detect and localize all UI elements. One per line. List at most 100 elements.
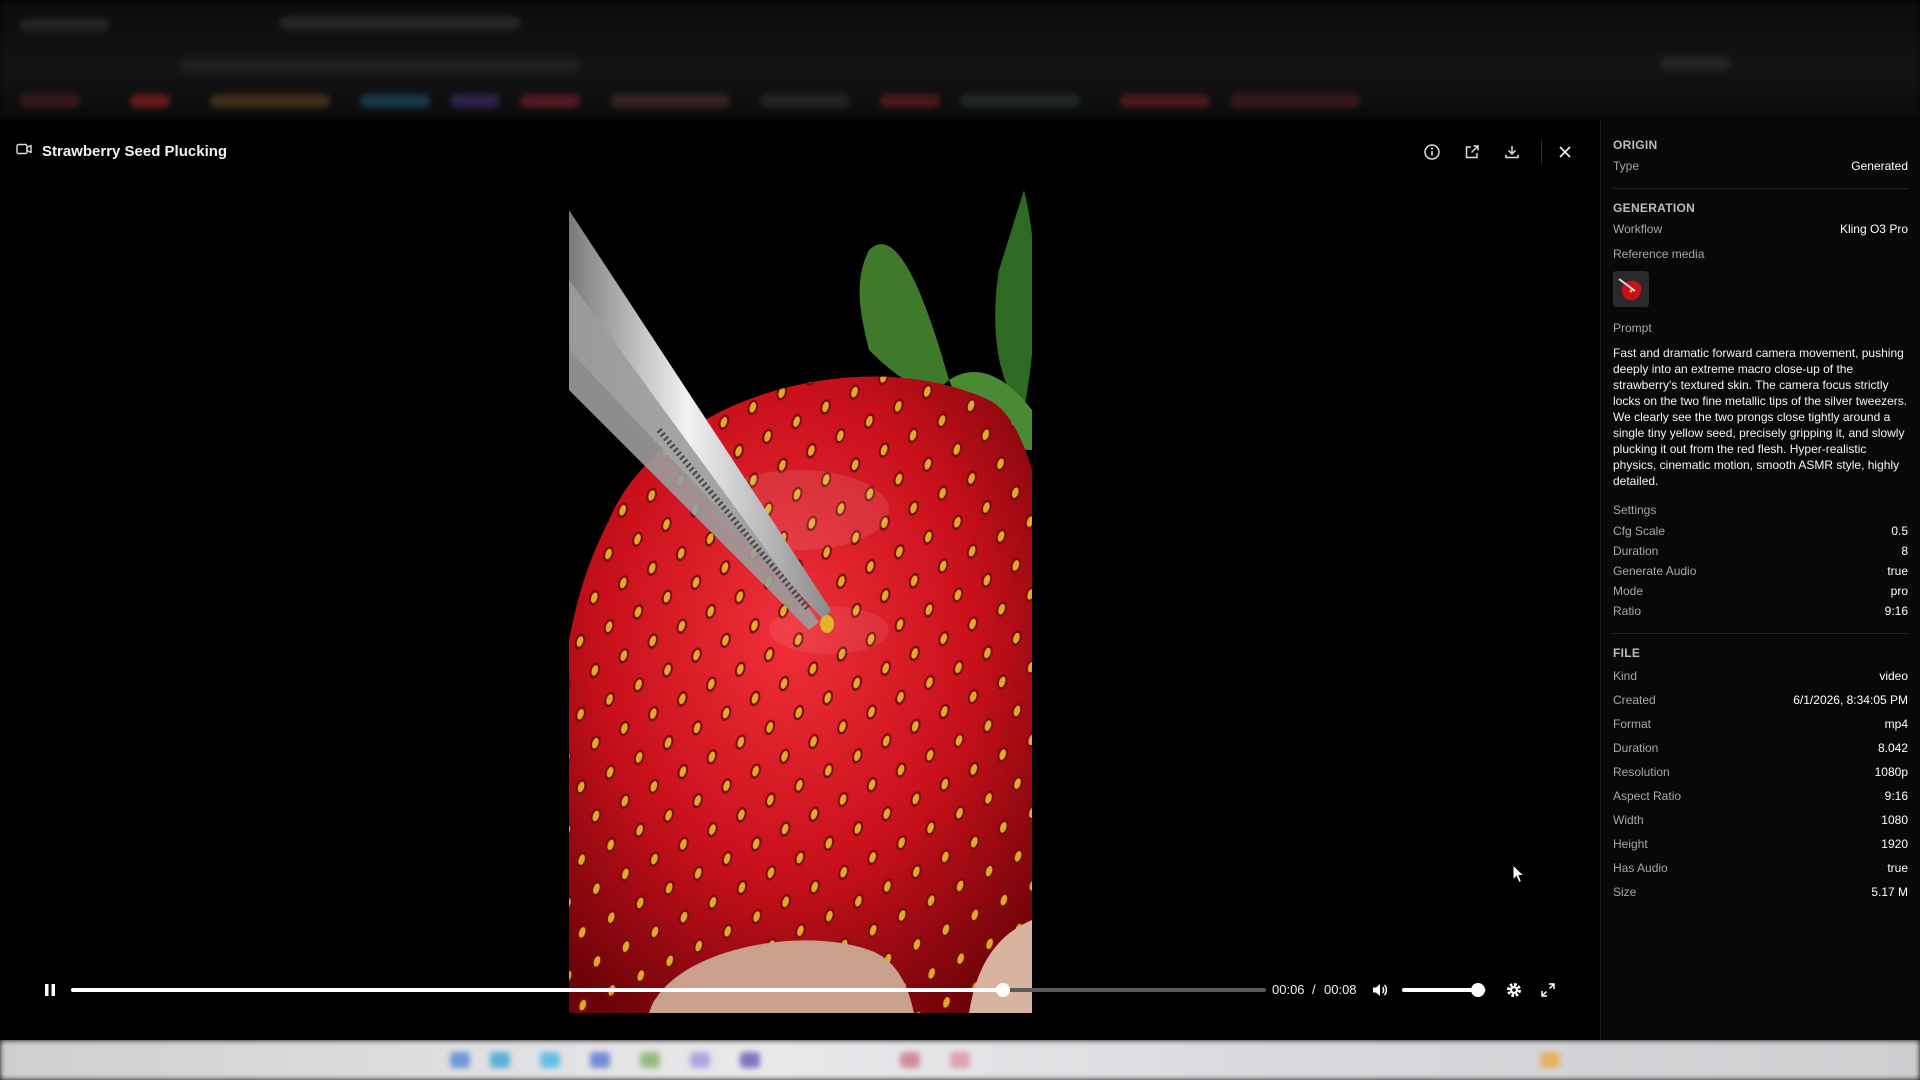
metadata-value: 9:16 <box>1884 789 1908 803</box>
background-taskbar <box>0 1040 1920 1080</box>
metadata-row: Type Generated <box>1613 156 1908 176</box>
metadata-row: Generate Audio true <box>1613 561 1908 581</box>
time-separator: / <box>1312 982 1316 997</box>
metadata-row: Aspect Ratio 9:16 <box>1613 784 1908 808</box>
volume-button[interactable] <box>1368 978 1392 1002</box>
media-viewer-modal: Strawberry Seed Plucking 00:06 / 00:08 O… <box>0 120 1920 1040</box>
metadata-key: Width <box>1613 813 1644 827</box>
metadata-key: Generate Audio <box>1613 564 1697 578</box>
reference-media-label: Reference media <box>1613 247 1705 261</box>
seek-bar[interactable] <box>71 983 1266 997</box>
workflow-row: Workflow Kling O3 Pro <box>1613 219 1908 239</box>
video-camera-icon <box>16 142 32 160</box>
metadata-key: Ratio <box>1613 604 1642 618</box>
volume-level <box>1402 988 1478 992</box>
video-controls: 00:06 / 00:08 <box>30 972 1570 1008</box>
prompt-text: Fast and dramatic forward camera movemen… <box>1613 346 1908 488</box>
metadata-key: Type <box>1613 159 1640 173</box>
metadata-value: 5.17 M <box>1871 885 1908 899</box>
metadata-row: Mode pro <box>1613 581 1908 601</box>
metadata-row: Height 1920 <box>1613 832 1908 856</box>
open-external-button[interactable] <box>1458 138 1486 166</box>
fullscreen-button[interactable] <box>1536 978 1560 1002</box>
download-icon <box>1505 146 1519 159</box>
metadata-key: Resolution <box>1613 765 1670 779</box>
metadata-row: Size 5.17 M <box>1613 880 1908 904</box>
viewer-header: Strawberry Seed Plucking <box>0 120 1600 182</box>
reference-media-image <box>1613 271 1649 307</box>
video-still <box>569 190 1032 1013</box>
close-button[interactable] <box>1551 138 1579 166</box>
seek-bar-handle[interactable] <box>996 983 1011 997</box>
metadata-key: Duration <box>1613 544 1659 558</box>
file-section-title: FILE <box>1613 646 1641 660</box>
metadata-key: Aspect Ratio <box>1613 789 1682 803</box>
metadata-key: Size <box>1613 885 1637 899</box>
metadata-key: Duration <box>1613 741 1659 755</box>
section-divider <box>1613 188 1908 189</box>
close-icon <box>1559 146 1571 158</box>
metadata-value: 1080 <box>1881 813 1908 827</box>
viewer-title: Strawberry Seed Plucking <box>42 142 228 160</box>
info-icon <box>1424 144 1440 160</box>
section-divider <box>1613 633 1908 634</box>
metadata-key: Has Audio <box>1613 861 1668 875</box>
total-time: 00:08 <box>1324 982 1357 997</box>
workflow-label: Workflow <box>1613 222 1663 236</box>
settings-button[interactable] <box>1502 978 1526 1002</box>
metadata-value: 1920 <box>1881 837 1908 851</box>
metadata-value: pro <box>1890 584 1908 598</box>
metadata-value: 8 <box>1901 544 1908 558</box>
origin-section-title: ORIGIN <box>1613 138 1658 152</box>
metadata-row: Kind video <box>1613 664 1908 688</box>
metadata-value: true <box>1887 564 1908 578</box>
pause-icon <box>45 984 55 996</box>
metadata-key: Created <box>1613 693 1656 707</box>
metadata-key: Mode <box>1613 584 1644 598</box>
metadata-value: 1080p <box>1874 765 1908 779</box>
video-viewer: Strawberry Seed Plucking 00:06 / 00:08 <box>0 120 1600 1040</box>
metadata-row: Duration 8.042 <box>1613 736 1908 760</box>
metadata-row: Ratio 9:16 <box>1613 601 1908 621</box>
volume-slider[interactable] <box>1402 983 1486 997</box>
workflow-value: Kling O3 Pro <box>1839 222 1908 236</box>
settings-label: Settings <box>1613 503 1657 517</box>
metadata-value: 8.042 <box>1877 741 1908 755</box>
seek-bar-progress <box>71 988 1004 992</box>
metadata-panel: ORIGIN Type Generated GENERATION Workflow… <box>1600 120 1920 1040</box>
metadata-value: Generated <box>1851 159 1908 173</box>
metadata-row: Resolution 1080p <box>1613 760 1908 784</box>
metadata-row: Created 6/1/2026, 8:34:05 PM <box>1613 688 1908 712</box>
volume-handle[interactable] <box>1470 983 1485 997</box>
metadata-row: Cfg Scale 0.5 <box>1613 521 1908 541</box>
metadata-key: Cfg Scale <box>1613 524 1666 538</box>
settings-rows: Cfg Scale 0.5 Duration 8 Generate Audio true M… <box>1613 521 1908 621</box>
metadata-key: Kind <box>1613 669 1638 683</box>
metadata-value: true <box>1887 861 1908 875</box>
metadata-value: 0.5 <box>1891 524 1908 538</box>
metadata-value: mp4 <box>1884 717 1908 731</box>
video-frame[interactable] <box>569 190 1032 1013</box>
metadata-value: video <box>1879 669 1908 683</box>
generation-section-title: GENERATION <box>1613 201 1696 215</box>
origin-rows: Type Generated <box>1613 156 1908 176</box>
file-rows: Kind video Created 6/1/2026, 8:34:05 PM Form… <box>1613 664 1908 904</box>
metadata-row: Width 1080 <box>1613 808 1908 832</box>
info-button[interactable] <box>1418 138 1446 166</box>
reference-media-thumbnail[interactable] <box>1613 271 1649 307</box>
metadata-key: Height <box>1613 837 1648 851</box>
viewer-title-wrap: Strawberry Seed Plucking <box>16 142 227 160</box>
header-divider <box>1541 140 1542 164</box>
background-browser-chrome <box>0 0 1920 120</box>
metadata-row: Format mp4 <box>1613 712 1908 736</box>
download-button[interactable] <box>1498 138 1526 166</box>
open-external-icon <box>1465 145 1479 159</box>
metadata-row: Duration 8 <box>1613 541 1908 561</box>
gear-icon <box>1507 983 1521 997</box>
fullscreen-icon <box>1541 983 1555 997</box>
prompt-label: Prompt <box>1613 321 1652 335</box>
metadata-key: Format <box>1613 717 1652 731</box>
pause-button[interactable] <box>38 978 62 1002</box>
current-time: 00:06 <box>1272 982 1305 997</box>
metadata-value: 6/1/2026, 8:34:05 PM <box>1793 693 1908 707</box>
